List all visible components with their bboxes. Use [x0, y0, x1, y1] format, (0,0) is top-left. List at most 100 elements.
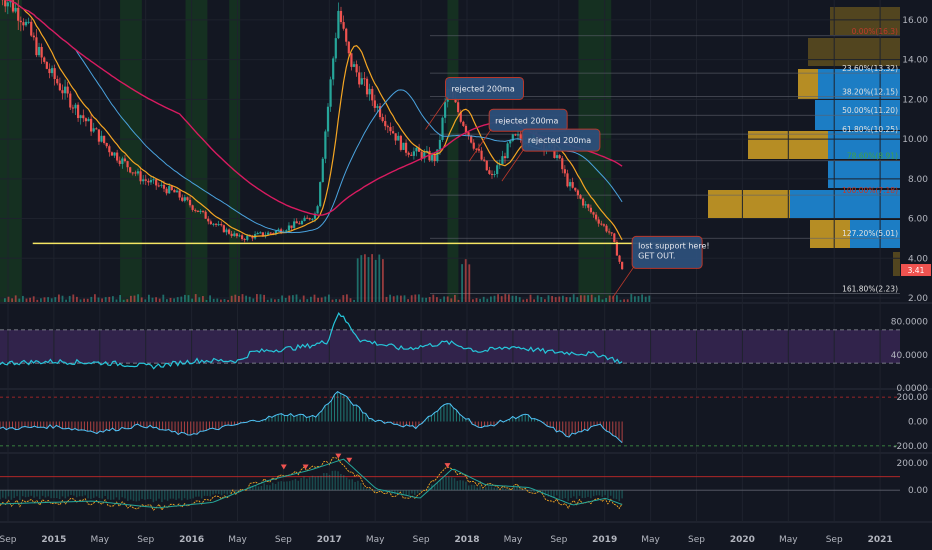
price-candle — [397, 135, 400, 141]
volume-bar — [479, 298, 481, 302]
price-candle — [196, 210, 199, 212]
volume-bar — [428, 296, 431, 302]
volume-bar — [472, 299, 474, 302]
price-candle — [116, 152, 119, 161]
volume-bar — [320, 297, 323, 302]
volume-bar — [86, 298, 89, 302]
volume-bar — [7, 296, 10, 302]
price-candle — [555, 155, 559, 158]
cci-axis-tick: 0.00 — [908, 418, 928, 428]
volume-bar — [212, 298, 215, 302]
volume-bar — [403, 295, 406, 302]
volume-bar — [400, 295, 402, 302]
time-axis-tick: Sep — [826, 535, 843, 545]
volume-bar — [634, 296, 636, 302]
volume-bar — [580, 295, 582, 302]
volume-bar — [302, 295, 305, 302]
price-candle — [355, 64, 358, 73]
rsi-axis-tick: 40.0000 — [891, 351, 928, 361]
volume-bar — [598, 295, 600, 302]
price-candle — [350, 53, 353, 67]
volume-bar — [14, 295, 17, 302]
price-candle — [261, 232, 265, 236]
volume-bar — [641, 294, 643, 302]
price-candle — [214, 223, 218, 225]
price-candle — [14, 7, 17, 12]
volume-bar — [4, 298, 6, 302]
volume-bar — [227, 299, 229, 302]
price-candle — [113, 152, 116, 156]
price-candle — [618, 255, 621, 262]
price-candle — [410, 154, 413, 156]
current-price-label: 3.41 — [908, 266, 925, 275]
price-candle — [243, 239, 246, 241]
time-axis-tick: 2015 — [41, 535, 66, 545]
volume-bar — [608, 295, 611, 302]
rsi-band — [0, 329, 900, 364]
volume-bar — [425, 297, 427, 302]
price-candle — [227, 229, 231, 234]
price-candle — [222, 225, 225, 233]
price-axis-tick: 4.00 — [908, 254, 928, 264]
volume-bar — [392, 296, 395, 302]
volume-bar — [176, 297, 179, 302]
volume-profile-block — [808, 38, 900, 66]
chart-root: 0.00%(16.3) 23.60%(13.32) 38.20%(12.15) 50.… — [0, 0, 932, 550]
price-candle — [165, 188, 168, 194]
volume-bar — [554, 297, 557, 302]
volume-bar — [133, 295, 136, 302]
volume-bar — [155, 297, 157, 302]
price-candle — [256, 232, 259, 235]
annotation-text: rejected 200ma — [528, 136, 591, 145]
price-axis-tick: 2.00 — [908, 294, 928, 304]
volume-bar — [461, 264, 463, 302]
volume-bar — [374, 259, 377, 302]
volume-bar — [83, 298, 85, 302]
volume-bar — [511, 295, 514, 302]
price-candle — [595, 214, 598, 220]
price-candle — [490, 173, 494, 175]
price-candle — [220, 224, 223, 226]
price-candle — [240, 235, 244, 240]
volume-bar — [490, 296, 492, 302]
price-candle — [199, 210, 202, 212]
volume-bar — [198, 297, 201, 302]
price-candle — [334, 38, 337, 59]
volume-bar — [266, 299, 269, 302]
volume-bar — [158, 298, 161, 302]
volume-bar — [43, 297, 46, 302]
volume-bar — [310, 296, 312, 302]
price-candle — [149, 180, 153, 183]
volume-bar — [590, 294, 593, 302]
volume-bar — [421, 297, 424, 302]
price-candle — [371, 88, 374, 101]
price-candle — [477, 149, 481, 151]
time-axis-tick: May — [366, 535, 385, 545]
price-candle — [587, 204, 590, 208]
volume-bar — [65, 299, 67, 302]
fib-level-label: 0.00%(16.3) — [852, 27, 898, 36]
price-candle — [493, 174, 496, 176]
volume-bar — [223, 299, 226, 302]
price-candle — [186, 197, 189, 200]
price-candle — [84, 118, 88, 122]
price-candle — [35, 37, 38, 56]
price-candle — [105, 142, 108, 147]
price-candle — [173, 189, 176, 193]
price-candle — [90, 118, 93, 132]
fib-level-label: 78.60%(8.91) — [847, 152, 898, 161]
price-candle — [17, 7, 20, 21]
price-candle — [225, 229, 228, 233]
volume-bar — [529, 294, 532, 302]
price-candle — [152, 179, 155, 181]
volume-bar — [270, 298, 273, 302]
signal-zone — [229, 0, 241, 302]
price-candle — [613, 233, 616, 242]
time-axis-tick: May — [90, 535, 109, 545]
volume-bar — [295, 294, 298, 302]
price-candle — [363, 78, 366, 80]
price-candle — [129, 167, 132, 173]
price-candle — [316, 206, 319, 214]
time-axis-tick: May — [641, 535, 660, 545]
price-candle — [178, 190, 181, 198]
